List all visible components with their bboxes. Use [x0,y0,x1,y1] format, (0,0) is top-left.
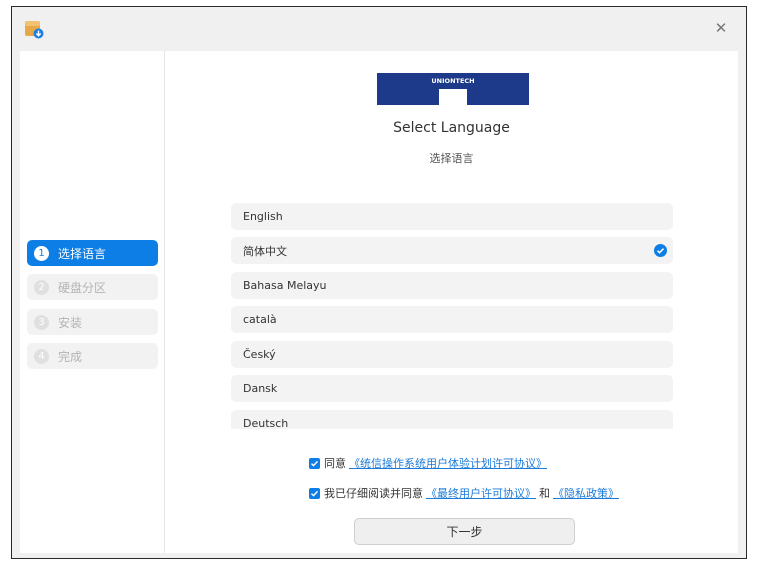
license-privacy-agreement: 我已仔细阅读并同意 《最终用户许可协议》 和 《隐私政策》 [309,485,622,501]
steps-sidebar: 1 选择语言 2 硬盘分区 3 安装 4 完成 [20,51,164,553]
experience-plan-link[interactable]: 《统信操作系统用户体验计划许可协议》 [349,455,547,471]
step-install: 3 安装 [27,309,158,335]
main-panel: UNIONTECH Select Language 选择语言 English 简… [165,51,738,553]
language-label: English [243,210,283,223]
check-circle-icon [654,244,667,257]
language-label: català [243,313,277,326]
language-list[interactable]: English 简体中文 Bahasa Melayu català Český … [231,196,673,429]
page-subtitle: 选择语言 [429,152,474,165]
page-title: Select Language [393,120,510,136]
titlebar: ✕ [12,7,746,51]
language-item-dansk[interactable]: Dansk [231,375,673,402]
language-label: Bahasa Melayu [243,279,327,292]
language-item-catala[interactable]: català [231,306,673,333]
language-item-deutsch[interactable]: Deutsch [231,410,673,429]
experience-plan-agreement: 同意 《统信操作系统用户体验计划许可协议》 [309,455,550,471]
privacy-policy-link[interactable]: 《隐私政策》 [553,485,619,501]
installer-window: ✕ 1 选择语言 2 硬盘分区 3 安装 4 完成 UNIONTECH Sele… [11,6,747,559]
step-finish: 4 完成 [27,343,158,369]
language-label: Český [243,348,276,361]
uniontech-logo: UNIONTECH [377,73,529,105]
language-label: Dansk [243,382,278,395]
language-label: Deutsch [243,417,289,429]
step-select-language: 1 选择语言 [27,240,158,266]
step-label: 安装 [58,315,83,330]
agreement-conjunction: 和 [539,487,550,500]
step-number: 2 [34,279,49,295]
step-number: 4 [34,348,49,364]
agreement-prefix: 我已仔细阅读并同意 [324,487,423,500]
language-item-cesky[interactable]: Český [231,341,673,368]
language-item-english[interactable]: English [231,203,673,230]
checkbox-checked-icon[interactable] [309,457,320,469]
checkbox-checked-icon[interactable] [309,487,320,499]
step-label: 完成 [58,349,83,364]
agreement-prefix: 同意 [324,457,346,470]
step-number: 3 [34,314,49,330]
next-button[interactable]: 下一步 [354,518,575,545]
language-label: 简体中文 [243,244,287,258]
installer-icon [24,19,44,39]
language-item-bahasa-melayu[interactable]: Bahasa Melayu [231,272,673,299]
step-label: 选择语言 [58,246,107,261]
eula-link[interactable]: 《最终用户许可协议》 [426,485,536,501]
language-item-simplified-chinese[interactable]: 简体中文 [231,237,673,264]
step-label: 硬盘分区 [58,280,107,295]
close-icon[interactable]: ✕ [710,17,732,39]
step-disk-partition: 2 硬盘分区 [27,274,158,300]
logo-text: UNIONTECH [431,77,474,85]
step-number: 1 [34,245,49,261]
